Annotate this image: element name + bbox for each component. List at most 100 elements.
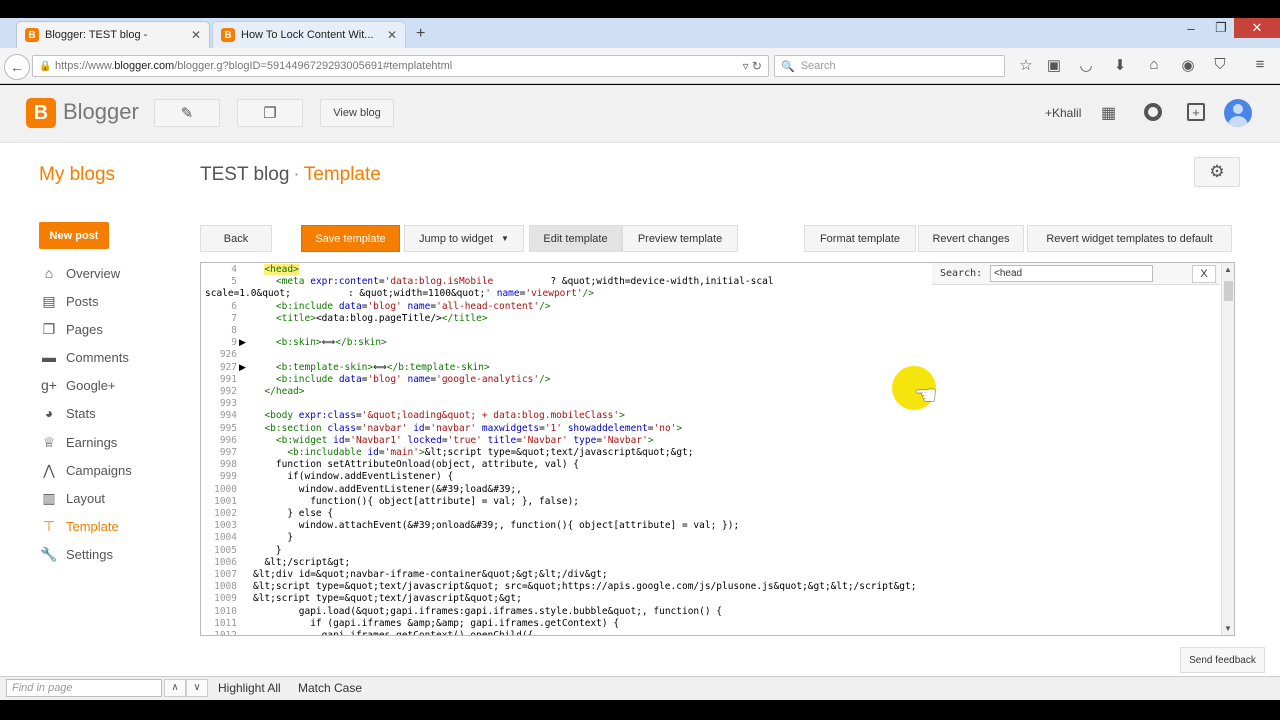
code-line: <meta expr:content='data:blog.isMobile ?…	[275, 276, 774, 288]
sidebar-item-posts[interactable]: ▤ Posts	[40, 291, 190, 311]
address-bar[interactable]: 🔒 https://www. blogger.com/blogger.g?blog…	[32, 55, 769, 77]
scroll-thumb[interactable]	[1224, 281, 1233, 301]
jump-to-widget-dropdown[interactable]: Jump to widget ▼	[404, 225, 524, 252]
my-blogs-link[interactable]: My blogs	[39, 164, 115, 186]
apps-grid-icon[interactable]: ▦	[1101, 103, 1116, 123]
blog-name[interactable]: TEST blog	[200, 164, 289, 185]
sidebar-item-label: Settings	[66, 546, 113, 562]
vertical-scrollbar[interactable]: ▲ ▼	[1221, 263, 1234, 635]
posts-list-button[interactable]: ❐	[237, 99, 303, 127]
download-icon[interactable]: ⬇	[1110, 56, 1130, 74]
browser-search-field[interactable]: 🔍 Search	[774, 55, 1005, 77]
code-line: window.attachEvent(&#39;onload&#39;, fun…	[298, 520, 740, 532]
sidebar-item-label: Overview	[66, 265, 121, 281]
fold-arrow-icon[interactable]: ▶	[239, 337, 246, 348]
blogger-logo-icon[interactable]: B	[26, 98, 56, 128]
clipboard-icon[interactable]: ▣	[1044, 56, 1064, 74]
pocket-icon[interactable]: ◡	[1076, 56, 1096, 74]
minimize-icon[interactable]: –	[1176, 18, 1206, 38]
home-icon[interactable]: ⌂	[1144, 56, 1164, 73]
save-template-button[interactable]: Save template	[301, 225, 400, 252]
line-number: 7	[231, 312, 237, 324]
gear-icon[interactable]: ⚙	[1194, 157, 1240, 187]
scroll-up-icon[interactable]: ▲	[1224, 265, 1232, 274]
scroll-down-icon[interactable]: ▼	[1224, 624, 1232, 633]
sidebar-item-earnings[interactable]: ♕ Earnings	[40, 432, 190, 452]
sidebar-item-comments[interactable]: ▬ Comments	[40, 347, 190, 367]
edit-template-button[interactable]: Edit template	[529, 225, 622, 252]
top-frame	[0, 0, 1280, 18]
preview-template-button[interactable]: Preview template	[622, 225, 738, 252]
trophy-icon: ♕	[42, 433, 56, 450]
sidebar-item-stats[interactable]: ◕ Stats	[40, 403, 190, 423]
brand-name[interactable]: Blogger	[63, 99, 139, 125]
sidebar-item-label: Earnings	[66, 434, 118, 450]
tab-title: Blogger: TEST blog -	[45, 29, 148, 41]
breadcrumb: TEST blog · Template	[200, 164, 381, 186]
reload-icon[interactable]: ▿ ↻	[743, 59, 762, 73]
comments-icon: ▬	[42, 349, 56, 365]
view-blog-button[interactable]: View blog	[320, 99, 394, 127]
menu-icon[interactable]: ≡	[1250, 56, 1270, 73]
browser-tab-lock-content[interactable]: B How To Lock Content Wit... ✕	[212, 21, 406, 48]
close-tab-icon[interactable]: ✕	[387, 28, 397, 42]
sidebar-item-layout[interactable]: ▥ Layout	[40, 488, 190, 508]
shield-icon[interactable]: ⛉	[1210, 56, 1230, 73]
highlight-all-toggle[interactable]: Highlight All	[218, 681, 281, 695]
sidebar-item-template[interactable]: ⊤ Template	[40, 516, 190, 536]
code-line: scale=1.0&quot; : &quot;width=1100&quot;…	[205, 288, 594, 300]
line-number: 1010	[214, 605, 237, 617]
sidebar-item-label: Comments	[66, 349, 129, 365]
avatar[interactable]	[1224, 99, 1252, 127]
line-number: 1003	[214, 520, 237, 532]
bookmark-star-icon[interactable]: ☆	[1016, 56, 1036, 74]
sidebar-item-overview[interactable]: ⌂ Overview	[40, 263, 190, 283]
code-line: </head>	[264, 386, 305, 397]
code-editor[interactable]: 4 5 6 7 8 9 ▶ 926 927 ▶ 991 992 993 994 995 996 997 998 99…	[200, 262, 1235, 636]
code-line: &lt;script type=&quot;text/javascript&qu…	[253, 581, 917, 593]
find-previous-icon[interactable]: ∧	[164, 679, 186, 697]
send-feedback-button[interactable]: Send feedback	[1180, 647, 1265, 673]
sidebar-item-googleplus[interactable]: g+ Google+	[40, 375, 190, 395]
user-name-link[interactable]: +Khalil	[1045, 106, 1081, 120]
close-search-button[interactable]: X	[1192, 265, 1216, 283]
line-number: 1011	[214, 617, 237, 629]
new-post-button[interactable]: New post	[39, 222, 109, 249]
back-arrow-icon[interactable]: ←	[4, 54, 30, 80]
search-placeholder: Search	[800, 60, 836, 72]
find-in-page-input[interactable]: Find in page	[6, 679, 162, 697]
sidebar-item-pages[interactable]: ❐ Pages	[40, 319, 190, 339]
code-line: }	[287, 532, 294, 544]
close-icon[interactable]: ✕	[1234, 18, 1280, 38]
chevron-down-icon: ▼	[501, 234, 509, 243]
line-number: 991	[219, 373, 237, 385]
chat-icon[interactable]: ◉	[1178, 56, 1198, 74]
close-tab-icon[interactable]: ✕	[191, 28, 201, 42]
find-next-icon[interactable]: ∨	[186, 679, 208, 697]
restore-icon[interactable]: ❐	[1206, 18, 1236, 38]
sidebar-item-campaigns[interactable]: ⋀ Campaigns	[40, 460, 190, 480]
sidebar-item-settings[interactable]: 🔧 Settings	[40, 544, 190, 564]
back-button[interactable]: Back	[200, 225, 272, 252]
new-tab-icon[interactable]: +	[416, 25, 425, 43]
format-template-button[interactable]: Format template	[804, 225, 916, 252]
url-domain: blogger.com	[114, 60, 175, 72]
line-number: 999	[219, 471, 237, 483]
line-number: 926	[219, 349, 237, 361]
sidebar-item-label: Stats	[66, 405, 96, 421]
revert-widget-templates-button[interactable]: Revert widget templates to default	[1027, 225, 1232, 252]
sidebar-item-label: Campaigns	[66, 462, 132, 478]
code-line: function(){ object[attribute] = val; }, …	[310, 495, 580, 507]
template-icon: ⊤	[42, 517, 56, 534]
notifications-icon[interactable]	[1144, 103, 1162, 121]
match-case-toggle[interactable]: Match Case	[298, 681, 362, 695]
share-plus-icon[interactable]: +	[1187, 103, 1205, 121]
fold-arrow-icon[interactable]: ▶	[239, 362, 246, 373]
browser-tab-blogger[interactable]: B Blogger: TEST blog - ✕	[16, 21, 210, 48]
revert-changes-button[interactable]: Revert changes	[918, 225, 1024, 252]
page-title: Template	[303, 164, 381, 185]
code-line: <b:includable id='main'>&lt;script type=…	[287, 447, 694, 458]
code-line: window.addEventListener(&#39;load&#39;,	[298, 483, 522, 495]
editor-search-input[interactable]: <head	[990, 265, 1153, 282]
new-post-pencil-button[interactable]: ✎	[154, 99, 220, 127]
